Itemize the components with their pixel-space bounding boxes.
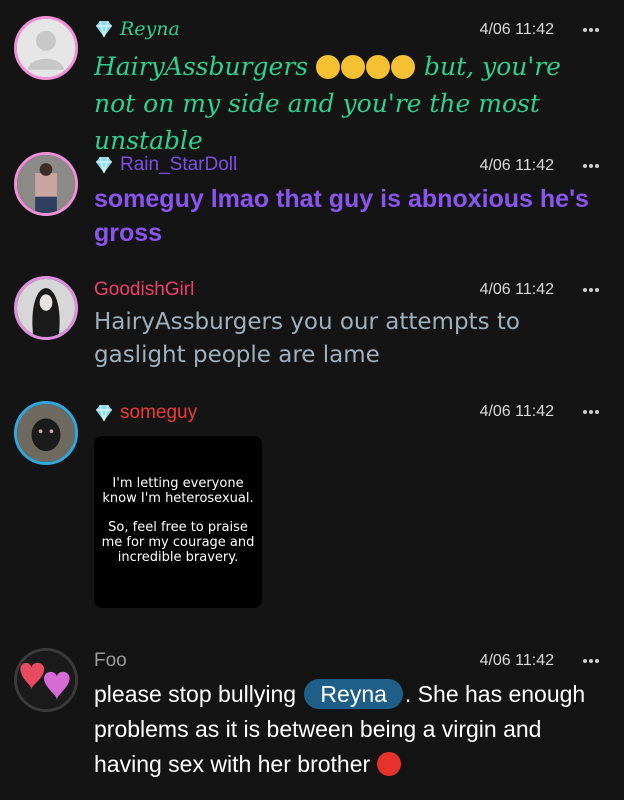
image-attachment[interactable]: I'm letting everyone know I'm heterosexu… <box>94 436 262 608</box>
profile-photo <box>17 155 75 213</box>
message-item: someguy 4/06 11:42 I'm letting everyone … <box>0 395 624 635</box>
image-text: So, feel free to praise me for my courag… <box>101 520 255 565</box>
username[interactable]: Foo <box>94 649 127 673</box>
message-text: someguy lmao that guy is abnoxious he's … <box>94 185 589 247</box>
timestamp: 4/06 11:42 <box>479 21 554 38</box>
timestamp: 4/06 11:42 <box>479 403 554 420</box>
message-text: HairyAssburgers you our attempts to gasl… <box>94 309 520 368</box>
message-header: Foo <box>94 648 127 674</box>
diamond-icon <box>96 20 112 38</box>
diamond-icon <box>96 156 112 174</box>
avatar[interactable] <box>14 648 78 712</box>
more-options-button[interactable] <box>580 154 602 178</box>
username[interactable]: someguy <box>120 401 197 425</box>
profile-photo <box>17 404 75 462</box>
more-options-button[interactable] <box>580 400 602 424</box>
profile-photo <box>17 279 75 337</box>
hearts-icon <box>17 651 75 709</box>
username[interactable]: Rain_StarDoll <box>120 153 237 177</box>
timestamp: 4/06 11:42 <box>479 157 554 174</box>
more-options-button[interactable] <box>580 18 602 42</box>
message-item: Foo 4/06 11:42 please stop bullying Reyn… <box>0 635 624 800</box>
username[interactable]: GoodishGirl <box>94 278 194 302</box>
avatar[interactable] <box>14 16 78 80</box>
avatar[interactable] <box>14 276 78 340</box>
mention-link[interactable]: HairyAssburgers <box>94 52 308 81</box>
crying-emoji <box>316 55 341 79</box>
angry-emoji <box>376 752 401 776</box>
more-options-button[interactable] <box>580 278 602 302</box>
default-user-icon <box>17 19 75 77</box>
message-text: please stop bullying Reyna. She has enou… <box>94 677 609 782</box>
crying-emoji <box>366 55 391 79</box>
image-text: I'm letting everyone know I'm heterosexu… <box>102 476 254 506</box>
more-options-button[interactable] <box>580 649 602 673</box>
message-item: Rain_StarDoll 4/06 11:42 someguy lmao th… <box>0 140 624 270</box>
message-header: Rain_StarDoll <box>94 152 237 178</box>
message-header: someguy <box>94 400 197 426</box>
avatar[interactable] <box>14 401 78 465</box>
message-header: Reyna <box>94 16 180 42</box>
crying-emoji <box>391 55 416 79</box>
diamond-icon <box>96 404 112 422</box>
message-body: please stop bullying <box>94 681 297 707</box>
timestamp: 4/06 11:42 <box>479 652 554 669</box>
username[interactable]: Reyna <box>120 17 180 41</box>
mention-link[interactable]: Reyna <box>304 679 403 709</box>
crying-emoji <box>341 55 366 79</box>
message-item: Reyna 4/06 11:42 HairyAssburgers but, yo… <box>0 0 624 155</box>
timestamp: 4/06 11:42 <box>479 281 554 298</box>
avatar[interactable] <box>14 152 78 216</box>
message-header: GoodishGirl <box>94 277 194 303</box>
message-item: GoodishGirl 4/06 11:42 HairyAssburgers y… <box>0 270 624 395</box>
